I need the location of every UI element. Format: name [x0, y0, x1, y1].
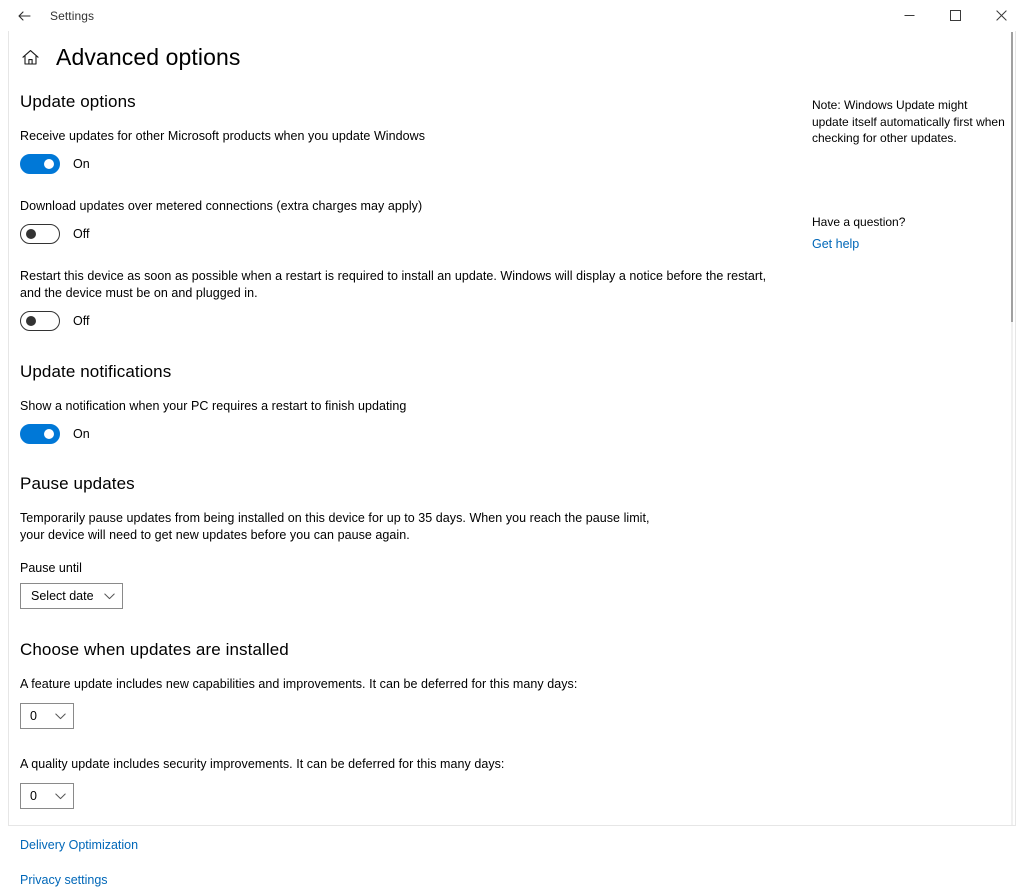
section-heading-pause-updates: Pause updates [20, 474, 135, 493]
back-arrow-icon [17, 9, 31, 23]
main-column: Update options Receive updates for other… [20, 92, 790, 889]
section-pause-updates: Pause updates Temporarily pause updates … [20, 474, 790, 609]
page-title: Advanced options [56, 44, 241, 70]
toggle-restart-notification[interactable] [20, 424, 60, 444]
pause-until-label: Pause until [20, 561, 82, 575]
toggle-state-label: On [73, 427, 90, 441]
toggle-knob [44, 429, 54, 439]
section-heading-choose-when: Choose when updates are installed [20, 640, 289, 659]
close-icon [995, 10, 1007, 21]
setting-label: Receive updates for other Microsoft prod… [20, 129, 425, 143]
title-bar: Settings [0, 0, 1024, 31]
toggle-knob [26, 316, 36, 326]
feature-update-days-value: 0 [30, 709, 37, 723]
sidebar-question: Have a question? [812, 214, 906, 229]
setting-restart-notification: Show a notification when your PC require… [20, 398, 790, 444]
toggle-metered-connections[interactable] [20, 224, 60, 244]
feature-update-days-dropdown[interactable]: 0 [20, 703, 74, 729]
pause-until-dropdown[interactable]: Select date [20, 583, 123, 609]
quality-update-days-value: 0 [30, 789, 37, 803]
close-button[interactable] [978, 0, 1024, 31]
home-icon[interactable] [20, 48, 40, 68]
chevron-down-icon [55, 793, 66, 800]
setting-restart-asap: Restart this device as soon as possible … [20, 268, 790, 331]
side-column: Note: Windows Update might update itself… [812, 92, 1007, 889]
maximize-icon [949, 10, 961, 21]
minimize-button[interactable] [886, 0, 932, 31]
scrollbar-thumb[interactable] [1011, 32, 1013, 322]
toggle-state-label: Off [73, 227, 90, 241]
setting-quality-update-defer: A quality update includes security impro… [20, 756, 790, 809]
setting-microsoft-products: Receive updates for other Microsoft prod… [20, 128, 790, 174]
link-delivery-optimization[interactable]: Delivery Optimization [20, 838, 138, 852]
section-heading-update-options: Update options [20, 92, 136, 111]
toggle-state-label: Off [73, 314, 90, 328]
maximize-button[interactable] [932, 0, 978, 31]
section-choose-when: Choose when updates are installed A feat… [20, 640, 790, 809]
settings-window: Settings Advanced options Update options… [0, 0, 1024, 887]
chevron-down-icon [103, 593, 115, 600]
quality-update-days-dropdown[interactable]: 0 [20, 783, 74, 809]
toggle-row: On [20, 424, 790, 444]
feature-update-label: A feature update includes new capabiliti… [20, 677, 578, 691]
content-area: Update options Receive updates for other… [0, 71, 1024, 889]
setting-metered-connections: Download updates over metered connection… [20, 198, 790, 244]
quality-update-label: A quality update includes security impro… [20, 757, 505, 771]
toggle-state-label: On [73, 157, 90, 171]
pause-until-value: Select date [31, 589, 94, 603]
sidebar-note: Note: Windows Update might update itself… [812, 98, 1005, 145]
bottom-links: Delivery Optimization Privacy settings [20, 836, 790, 889]
vertical-scrollbar[interactable] [1009, 32, 1015, 825]
page-header: Advanced options [0, 44, 1024, 71]
toggle-restart-asap[interactable] [20, 311, 60, 331]
toggle-microsoft-products[interactable] [20, 154, 60, 174]
toggle-row: Off [20, 224, 790, 244]
back-button[interactable] [2, 0, 46, 31]
setting-feature-update-defer: A feature update includes new capabiliti… [20, 676, 790, 729]
section-update-notifications: Update notifications Show a notification… [20, 362, 790, 444]
setting-label: Restart this device as soon as possible … [20, 269, 767, 300]
app-title: Settings [50, 8, 95, 23]
toggle-row: Off [20, 311, 790, 331]
toggle-knob [26, 229, 36, 239]
minimize-icon [904, 10, 915, 21]
section-update-options: Update options Receive updates for other… [20, 92, 790, 331]
link-get-help[interactable]: Get help [812, 237, 859, 251]
toggle-knob [44, 159, 54, 169]
section-heading-update-notifications: Update notifications [20, 362, 172, 381]
caption-buttons [886, 0, 1024, 31]
pause-updates-description: Temporarily pause updates from being ins… [20, 511, 650, 542]
setting-label: Show a notification when your PC require… [20, 399, 407, 413]
chevron-down-icon [55, 713, 66, 720]
setting-label: Download updates over metered connection… [20, 199, 423, 213]
toggle-row: On [20, 154, 790, 174]
link-privacy-settings[interactable]: Privacy settings [20, 873, 108, 887]
